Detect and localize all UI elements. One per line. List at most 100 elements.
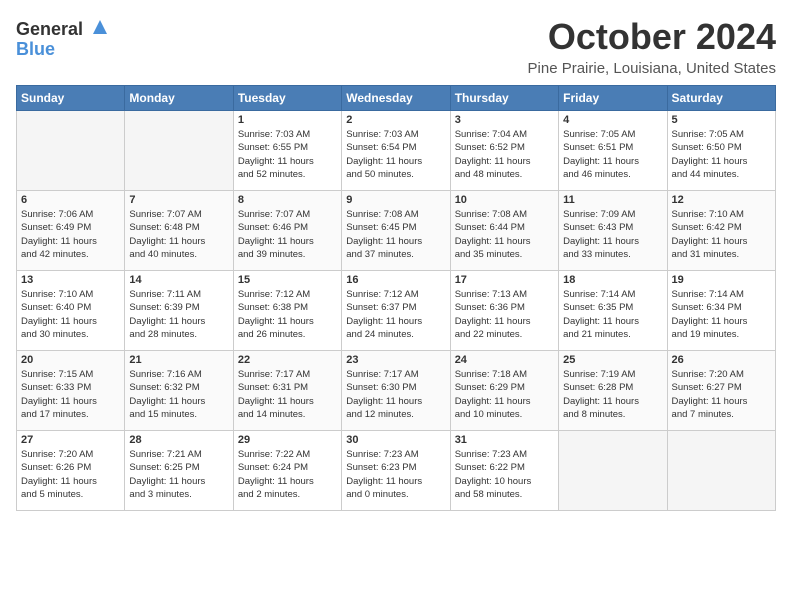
calendar-cell: 29 Sunrise: 7:22 AM Sunset: 6:24 PM Dayli… xyxy=(233,431,341,511)
page-header: General Blue October 2024 Pine Prairie, … xyxy=(16,16,776,77)
day-content: Sunrise: 7:20 AM Sunset: 6:27 PM Dayligh… xyxy=(672,368,771,421)
day-number: 29 xyxy=(238,434,337,446)
calendar-cell: 17 Sunrise: 7:13 AM Sunset: 6:36 PM Dayli… xyxy=(450,271,558,351)
calendar-cell xyxy=(559,431,667,511)
calendar-cell: 27Sunrise: 7:20 AM Sunset: 6:26 PM Dayli… xyxy=(17,431,125,511)
calendar-cell: 4 Sunrise: 7:05 AM Sunset: 6:51 PM Daylig… xyxy=(559,111,667,191)
calendar-cell: 14 Sunrise: 7:11 AM Sunset: 6:39 PM Dayli… xyxy=(125,271,233,351)
calendar-cell xyxy=(125,111,233,191)
day-number: 11 xyxy=(563,194,662,206)
day-number: 16 xyxy=(346,274,445,286)
weekday-header-sunday: Sunday xyxy=(17,86,125,111)
day-number: 1 xyxy=(238,114,337,126)
day-content: Sunrise: 7:12 AM Sunset: 6:37 PM Dayligh… xyxy=(346,288,445,341)
day-content: Sunrise: 7:05 AM Sunset: 6:51 PM Dayligh… xyxy=(563,128,662,181)
calendar-week-1: 1 Sunrise: 7:03 AM Sunset: 6:55 PM Daylig… xyxy=(17,111,776,191)
day-content: Sunrise: 7:22 AM Sunset: 6:24 PM Dayligh… xyxy=(238,448,337,501)
calendar-cell: 9Sunrise: 7:08 AM Sunset: 6:45 PM Daylig… xyxy=(342,191,450,271)
weekday-header-tuesday: Tuesday xyxy=(233,86,341,111)
calendar-week-4: 20 Sunrise: 7:15 AM Sunset: 6:33 PM Dayli… xyxy=(17,351,776,431)
day-number: 30 xyxy=(346,434,445,446)
day-content: Sunrise: 7:04 AM Sunset: 6:52 PM Dayligh… xyxy=(455,128,554,181)
weekday-header-friday: Friday xyxy=(559,86,667,111)
day-content: Sunrise: 7:10 AM Sunset: 6:40 PM Dayligh… xyxy=(21,288,120,341)
day-content: Sunrise: 7:06 AM Sunset: 6:49 PM Dayligh… xyxy=(21,208,120,261)
calendar-body: 1 Sunrise: 7:03 AM Sunset: 6:55 PM Daylig… xyxy=(17,111,776,511)
day-number: 20 xyxy=(21,354,120,366)
weekday-header-wednesday: Wednesday xyxy=(342,86,450,111)
logo-icon xyxy=(89,16,111,38)
day-content: Sunrise: 7:09 AM Sunset: 6:43 PM Dayligh… xyxy=(563,208,662,261)
day-number: 31 xyxy=(455,434,554,446)
calendar-cell xyxy=(17,111,125,191)
calendar-cell: 18 Sunrise: 7:14 AM Sunset: 6:35 PM Dayli… xyxy=(559,271,667,351)
calendar-cell: 31 Sunrise: 7:23 AM Sunset: 6:22 PM Dayli… xyxy=(450,431,558,511)
day-number: 7 xyxy=(129,194,228,206)
day-content: Sunrise: 7:07 AM Sunset: 6:48 PM Dayligh… xyxy=(129,208,228,261)
weekday-header-saturday: Saturday xyxy=(667,86,775,111)
day-content: Sunrise: 7:14 AM Sunset: 6:35 PM Dayligh… xyxy=(563,288,662,341)
calendar-cell: 12Sunrise: 7:10 AM Sunset: 6:42 PM Dayli… xyxy=(667,191,775,271)
calendar-cell: 24Sunrise: 7:18 AM Sunset: 6:29 PM Dayli… xyxy=(450,351,558,431)
day-number: 5 xyxy=(672,114,771,126)
calendar-cell: 26 Sunrise: 7:20 AM Sunset: 6:27 PM Dayli… xyxy=(667,351,775,431)
calendar-week-5: 27Sunrise: 7:20 AM Sunset: 6:26 PM Dayli… xyxy=(17,431,776,511)
day-content: Sunrise: 7:08 AM Sunset: 6:44 PM Dayligh… xyxy=(455,208,554,261)
calendar-cell: 3 Sunrise: 7:04 AM Sunset: 6:52 PM Daylig… xyxy=(450,111,558,191)
day-number: 2 xyxy=(346,114,445,126)
day-number: 19 xyxy=(672,274,771,286)
day-content: Sunrise: 7:20 AM Sunset: 6:26 PM Dayligh… xyxy=(21,448,120,501)
calendar-cell: 5Sunrise: 7:05 AM Sunset: 6:50 PM Daylig… xyxy=(667,111,775,191)
day-content: Sunrise: 7:18 AM Sunset: 6:29 PM Dayligh… xyxy=(455,368,554,421)
logo: General Blue xyxy=(16,16,111,60)
day-content: Sunrise: 7:23 AM Sunset: 6:22 PM Dayligh… xyxy=(455,448,554,501)
calendar-week-3: 13 Sunrise: 7:10 AM Sunset: 6:40 PM Dayli… xyxy=(17,271,776,351)
day-number: 15 xyxy=(238,274,337,286)
weekday-header-thursday: Thursday xyxy=(450,86,558,111)
calendar-cell: 13 Sunrise: 7:10 AM Sunset: 6:40 PM Dayli… xyxy=(17,271,125,351)
day-number: 26 xyxy=(672,354,771,366)
day-number: 6 xyxy=(21,194,120,206)
day-number: 25 xyxy=(563,354,662,366)
day-number: 10 xyxy=(455,194,554,206)
calendar-cell: 25 Sunrise: 7:19 AM Sunset: 6:28 PM Dayli… xyxy=(559,351,667,431)
day-number: 17 xyxy=(455,274,554,286)
calendar-cell: 23Sunrise: 7:17 AM Sunset: 6:30 PM Dayli… xyxy=(342,351,450,431)
day-content: Sunrise: 7:17 AM Sunset: 6:31 PM Dayligh… xyxy=(238,368,337,421)
day-number: 8 xyxy=(238,194,337,206)
day-number: 28 xyxy=(129,434,228,446)
day-number: 9 xyxy=(346,194,445,206)
day-content: Sunrise: 7:03 AM Sunset: 6:54 PM Dayligh… xyxy=(346,128,445,181)
day-number: 13 xyxy=(21,274,120,286)
weekday-header-monday: Monday xyxy=(125,86,233,111)
day-number: 14 xyxy=(129,274,228,286)
calendar-cell: 20 Sunrise: 7:15 AM Sunset: 6:33 PM Dayli… xyxy=(17,351,125,431)
day-content: Sunrise: 7:16 AM Sunset: 6:32 PM Dayligh… xyxy=(129,368,228,421)
day-content: Sunrise: 7:12 AM Sunset: 6:38 PM Dayligh… xyxy=(238,288,337,341)
day-number: 21 xyxy=(129,354,228,366)
logo-text-blue: Blue xyxy=(16,39,55,60)
day-content: Sunrise: 7:23 AM Sunset: 6:23 PM Dayligh… xyxy=(346,448,445,501)
calendar-week-2: 6 Sunrise: 7:06 AM Sunset: 6:49 PM Daylig… xyxy=(17,191,776,271)
day-number: 22 xyxy=(238,354,337,366)
calendar-cell: 11 Sunrise: 7:09 AM Sunset: 6:43 PM Dayli… xyxy=(559,191,667,271)
calendar-cell: 21 Sunrise: 7:16 AM Sunset: 6:32 PM Dayli… xyxy=(125,351,233,431)
calendar-cell xyxy=(667,431,775,511)
day-content: Sunrise: 7:03 AM Sunset: 6:55 PM Dayligh… xyxy=(238,128,337,181)
calendar-cell: 8Sunrise: 7:07 AM Sunset: 6:46 PM Daylig… xyxy=(233,191,341,271)
title-block: October 2024 Pine Prairie, Louisiana, Un… xyxy=(528,16,776,77)
calendar-cell: 6 Sunrise: 7:06 AM Sunset: 6:49 PM Daylig… xyxy=(17,191,125,271)
calendar-cell: 7 Sunrise: 7:07 AM Sunset: 6:48 PM Daylig… xyxy=(125,191,233,271)
day-content: Sunrise: 7:15 AM Sunset: 6:33 PM Dayligh… xyxy=(21,368,120,421)
calendar-cell: 22 Sunrise: 7:17 AM Sunset: 6:31 PM Dayli… xyxy=(233,351,341,431)
day-content: Sunrise: 7:10 AM Sunset: 6:42 PM Dayligh… xyxy=(672,208,771,261)
day-content: Sunrise: 7:13 AM Sunset: 6:36 PM Dayligh… xyxy=(455,288,554,341)
day-content: Sunrise: 7:14 AM Sunset: 6:34 PM Dayligh… xyxy=(672,288,771,341)
calendar-cell: 28Sunrise: 7:21 AM Sunset: 6:25 PM Dayli… xyxy=(125,431,233,511)
day-content: Sunrise: 7:19 AM Sunset: 6:28 PM Dayligh… xyxy=(563,368,662,421)
day-number: 3 xyxy=(455,114,554,126)
day-number: 18 xyxy=(563,274,662,286)
day-number: 4 xyxy=(563,114,662,126)
day-content: Sunrise: 7:11 AM Sunset: 6:39 PM Dayligh… xyxy=(129,288,228,341)
logo-text-general: General xyxy=(16,19,83,40)
